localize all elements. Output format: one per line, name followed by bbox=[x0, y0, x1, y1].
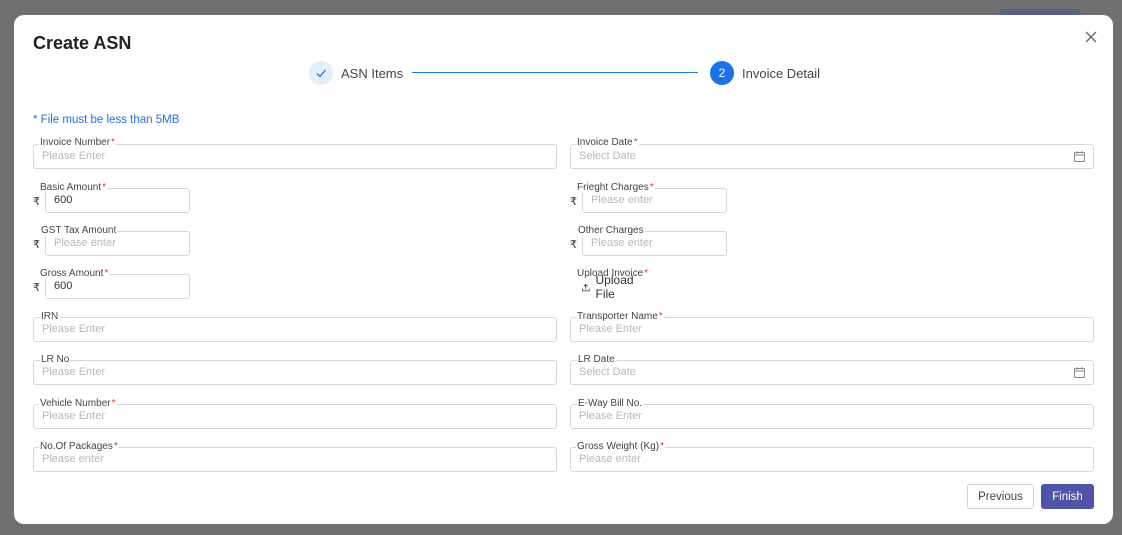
rupee-symbol: ₹ bbox=[570, 196, 577, 208]
upload-icon bbox=[582, 283, 590, 291]
freight-charges-label: Frieght Charges* bbox=[576, 182, 655, 193]
vehicle-number-label: Vehicle Number* bbox=[39, 398, 117, 409]
rupee-symbol: ₹ bbox=[570, 239, 577, 251]
basic-amount-label: Basic Amount* bbox=[39, 182, 108, 193]
step-asn-items[interactable]: ASN Items bbox=[309, 61, 403, 85]
lr-no-input[interactable] bbox=[42, 361, 542, 384]
calendar-icon[interactable] bbox=[1074, 367, 1085, 378]
step-label: ASN Items bbox=[341, 65, 404, 81]
step-completed-indicator bbox=[309, 61, 333, 85]
transporter-name-label: Transporter Name* bbox=[576, 311, 664, 322]
lr-date-picker[interactable] bbox=[579, 361, 1059, 384]
rupee-symbol: ₹ bbox=[33, 239, 40, 251]
previous-button[interactable]: Previous bbox=[967, 484, 1034, 509]
rupee-symbol: ₹ bbox=[33, 196, 40, 208]
modal-title: Create ASN bbox=[33, 33, 132, 53]
lr-no-label: LR No bbox=[40, 354, 71, 365]
vehicle-number-input[interactable] bbox=[42, 405, 542, 428]
step-invoice-detail[interactable]: 2 Invoice Detail bbox=[710, 61, 820, 85]
invoice-date-label: Invoice Date* bbox=[576, 137, 639, 148]
rupee-symbol: ₹ bbox=[33, 282, 40, 294]
eway-bill-label: E-Way Bill No. bbox=[577, 398, 644, 409]
lr-no-box bbox=[33, 360, 557, 385]
invoice-number-input[interactable] bbox=[42, 145, 542, 168]
finish-button[interactable]: Finish bbox=[1041, 484, 1094, 509]
create-asn-modal: Create ASN ASN Items 2 Invoice Detail * … bbox=[14, 15, 1113, 524]
step-number: 2 bbox=[710, 61, 734, 85]
gross-weight-label: Gross Weight (Kg)* bbox=[576, 441, 665, 452]
eway-bill-box bbox=[570, 404, 1094, 429]
gst-tax-amount-label: GST Tax Amount bbox=[40, 225, 118, 236]
upload-file-button[interactable]: Upload File bbox=[582, 273, 637, 301]
close-icon[interactable] bbox=[1083, 29, 1099, 45]
invoice-date-picker[interactable] bbox=[579, 145, 1059, 168]
other-charges-label: Other Charges bbox=[577, 225, 645, 236]
eway-bill-input[interactable] bbox=[579, 405, 1079, 428]
stepper-connector bbox=[412, 72, 698, 73]
invoice-number-label: Invoice Number* bbox=[39, 137, 116, 148]
check-icon bbox=[316, 69, 326, 78]
irn-label: IRN bbox=[40, 311, 60, 322]
calendar-icon[interactable] bbox=[1074, 151, 1085, 162]
upload-file-label: Upload File bbox=[595, 273, 634, 301]
no-of-packages-label: No.Of Packages* bbox=[39, 441, 119, 452]
invoice-date-box bbox=[570, 144, 1094, 169]
file-size-note: * File must be less than 5MB bbox=[33, 114, 180, 126]
gross-amount-label: Gross Amount* bbox=[39, 268, 110, 279]
irn-box bbox=[33, 317, 557, 342]
step-label: Invoice Detail bbox=[742, 65, 821, 81]
lr-date-label: LR Date bbox=[577, 354, 616, 365]
lr-date-box bbox=[570, 360, 1094, 385]
irn-input[interactable] bbox=[42, 318, 542, 341]
